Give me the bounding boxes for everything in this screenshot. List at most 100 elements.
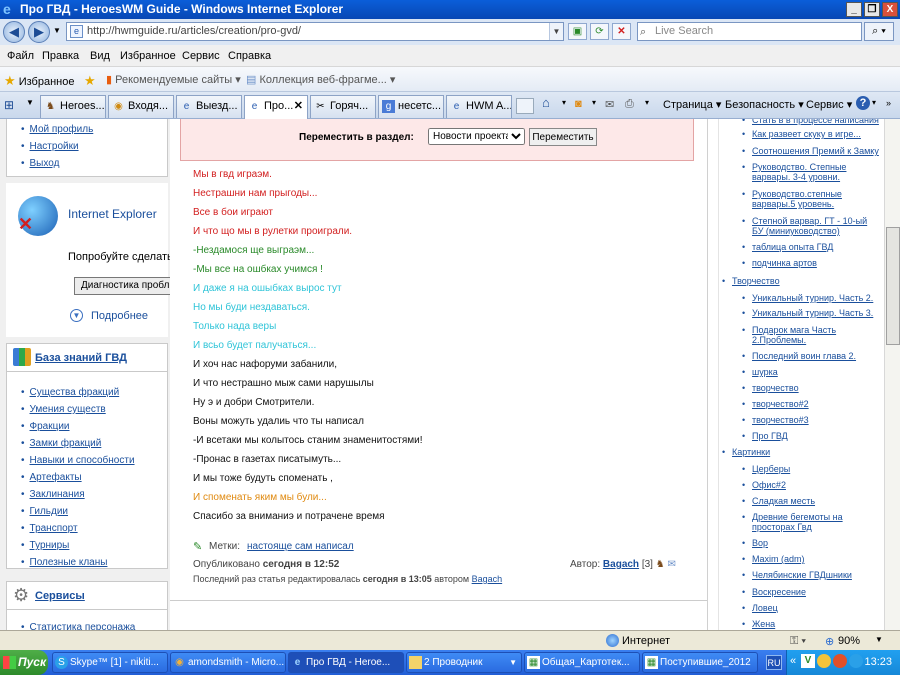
tray-expand-icon[interactable]: « [790, 655, 796, 667]
article-link[interactable]: Соотношения Премий к Замку [742, 146, 880, 156]
menu-favorites[interactable]: Избранное [120, 50, 176, 62]
security-menu[interactable]: Безопасность ▾ [725, 98, 804, 111]
article-link[interactable]: Воскресение [742, 587, 880, 597]
kb-link[interactable]: Транспорт [30, 523, 78, 534]
close-tab-icon[interactable]: ✕ [294, 96, 303, 117]
category-pictures[interactable]: Картинки [722, 447, 872, 457]
kb-link[interactable]: Артефакты [30, 472, 82, 483]
kb-link[interactable]: Умения существ [30, 404, 106, 415]
zoom-icon[interactable]: ⊕ [825, 635, 834, 648]
article-link[interactable]: Сладкая месть [742, 496, 880, 506]
article-link[interactable]: творчество [742, 383, 880, 393]
article-link[interactable]: Степной варвар. ГТ - 10-ый БУ (миниуково… [742, 216, 880, 236]
article-link[interactable]: Как развеет скуку в игре... [742, 129, 880, 139]
kb-link[interactable]: Гильдии [30, 506, 69, 517]
forward-button[interactable]: ▶ [28, 21, 50, 43]
kb-link[interactable]: Турниры [30, 540, 70, 551]
page-menu[interactable]: Страница ▾ [663, 98, 721, 111]
help-icon[interactable]: ? [856, 96, 870, 110]
author-link[interactable]: Bagach [603, 559, 639, 570]
tab-departure[interactable]: e Выезд... [176, 95, 242, 118]
toolbar-overflow-icon[interactable]: » [886, 98, 891, 108]
article-link[interactable]: подчинка артов [742, 258, 880, 268]
home-dropdown-icon[interactable]: ▾ [562, 98, 566, 107]
category-creativity[interactable]: Творчество [722, 276, 872, 286]
zoom-level[interactable]: 90% [838, 635, 860, 647]
taskbar-explorer[interactable]: 2 Проводник ▼ [406, 652, 522, 673]
mail-icon[interactable]: ✉ [605, 98, 614, 111]
zoom-dropdown-icon[interactable]: ▼ [875, 635, 883, 644]
article-link[interactable]: Вор [742, 538, 880, 548]
home-icon[interactable]: ⌂ [542, 95, 550, 110]
tray-antivirus-icon[interactable] [833, 654, 847, 668]
article-link[interactable]: Древние бегемоты на просторах Гвд [742, 512, 880, 532]
article-link[interactable]: шурка [742, 367, 880, 377]
back-button[interactable]: ◀ [3, 21, 25, 43]
add-favorite-icon[interactable]: ★ [84, 73, 96, 89]
editor-link[interactable]: Bagach [472, 574, 503, 584]
address-dropdown-icon[interactable]: ▼ [549, 23, 563, 40]
search-input[interactable]: ⌕ Live Search [637, 22, 862, 41]
tab-hwm[interactable]: e HWM A... [446, 95, 512, 118]
menu-view[interactable]: Вид [90, 50, 110, 62]
article-link[interactable]: Челябинские ГВДшники [742, 570, 880, 580]
kb-link[interactable]: Заклинания [30, 489, 85, 500]
close-button[interactable]: X [882, 2, 898, 17]
kb-link[interactable]: Существа фракций [30, 387, 120, 398]
feeds-dropdown-icon[interactable]: ▾ [592, 98, 596, 107]
language-indicator[interactable]: RU [766, 655, 782, 670]
article-link[interactable]: Ловец [742, 603, 880, 613]
article-link[interactable]: Руководство.степные варвары.5 уровень. [742, 189, 880, 209]
vertical-scrollbar[interactable] [884, 119, 900, 630]
protected-mode-icon[interactable]: ⚿ ▾ [790, 635, 806, 648]
taskbar-ie[interactable]: e Про ГВД - Heroe... [288, 652, 404, 673]
article-link[interactable]: Уникальный турнир. Часть 2. [742, 293, 880, 303]
taskbar-excel-2[interactable]: ▦ Поступившие_2012 [642, 652, 758, 673]
compatibility-icon[interactable]: ▣ [568, 23, 587, 40]
print-icon[interactable]: ⎙ [625, 98, 634, 111]
tray-skype-icon[interactable] [849, 654, 863, 668]
kb-link[interactable]: Полезные кланы [30, 557, 108, 568]
tab-heroes[interactable]: ♞ Heroes... [40, 95, 106, 118]
article-link[interactable]: Жена [742, 619, 880, 629]
article-link[interactable]: Подарок мага Часть 2.Проблемы. [742, 325, 880, 345]
menu-tools[interactable]: Сервис [182, 50, 220, 62]
quick-tabs-icon[interactable]: ⊞ [4, 98, 20, 112]
history-dropdown-icon[interactable]: ▼ [53, 26, 61, 35]
settings-link[interactable]: Настройки [30, 141, 79, 152]
article-link[interactable]: Последний воин глава 2. [742, 351, 880, 361]
kb-link[interactable]: Фракции [30, 421, 70, 432]
tab-inbox[interactable]: ◉ Входя... [108, 95, 174, 118]
tab-list-dropdown-icon[interactable]: ▼ [26, 98, 34, 107]
tab-hot[interactable]: ✂ Горяч... [310, 95, 376, 118]
kb-link[interactable]: Навыки и способности [30, 455, 135, 466]
tools-menu[interactable]: Сервис ▾ [806, 98, 852, 111]
tag-link[interactable]: настояще сам написал [247, 541, 354, 552]
logout-link[interactable]: Выход [30, 158, 60, 169]
services-link[interactable]: Статистика персонажа [30, 622, 136, 630]
section-select[interactable]: Новости проекта [428, 128, 525, 145]
diagnose-button[interactable]: Диагностика пробл [74, 277, 174, 295]
refresh-icon[interactable]: ⟳ [590, 23, 609, 40]
tray-agent-icon[interactable] [817, 654, 831, 668]
stop-icon[interactable]: ✕ [612, 23, 631, 40]
favorites-button[interactable]: ★ Избранное [4, 73, 74, 89]
article-link[interactable]: Руководство. Степные варвары. 3-4 уровни… [742, 162, 880, 182]
knowledge-base-title[interactable]: База знаний ГВД [35, 352, 127, 364]
menu-help[interactable]: Справка [228, 50, 271, 62]
scrollbar-thumb[interactable] [886, 227, 900, 345]
article-link[interactable]: Maxim (adm) [742, 554, 880, 564]
suggested-sites-link[interactable]: ▮ Рекомендуемые сайты ▾ [106, 73, 241, 86]
minimize-button[interactable]: _ [846, 2, 862, 17]
article-link[interactable]: творчество#3 [742, 415, 880, 425]
taskbar-mail[interactable]: ◉ amondsmith - Micro... [170, 652, 286, 673]
menu-edit[interactable]: Правка [42, 50, 79, 62]
menu-file[interactable]: Файл [7, 50, 34, 62]
feeds-icon[interactable]: ◙ [575, 98, 582, 110]
tab-google[interactable]: g несетс... [378, 95, 444, 118]
article-link[interactable]: творчество#2 [742, 399, 880, 409]
tray-vk-icon[interactable]: V [801, 654, 815, 668]
article-link[interactable]: Про ГВД [742, 431, 880, 441]
article-link[interactable]: Стать в в процессе написания [742, 119, 880, 125]
tab-pro-gvd[interactable]: e Про... ✕ [244, 95, 308, 119]
